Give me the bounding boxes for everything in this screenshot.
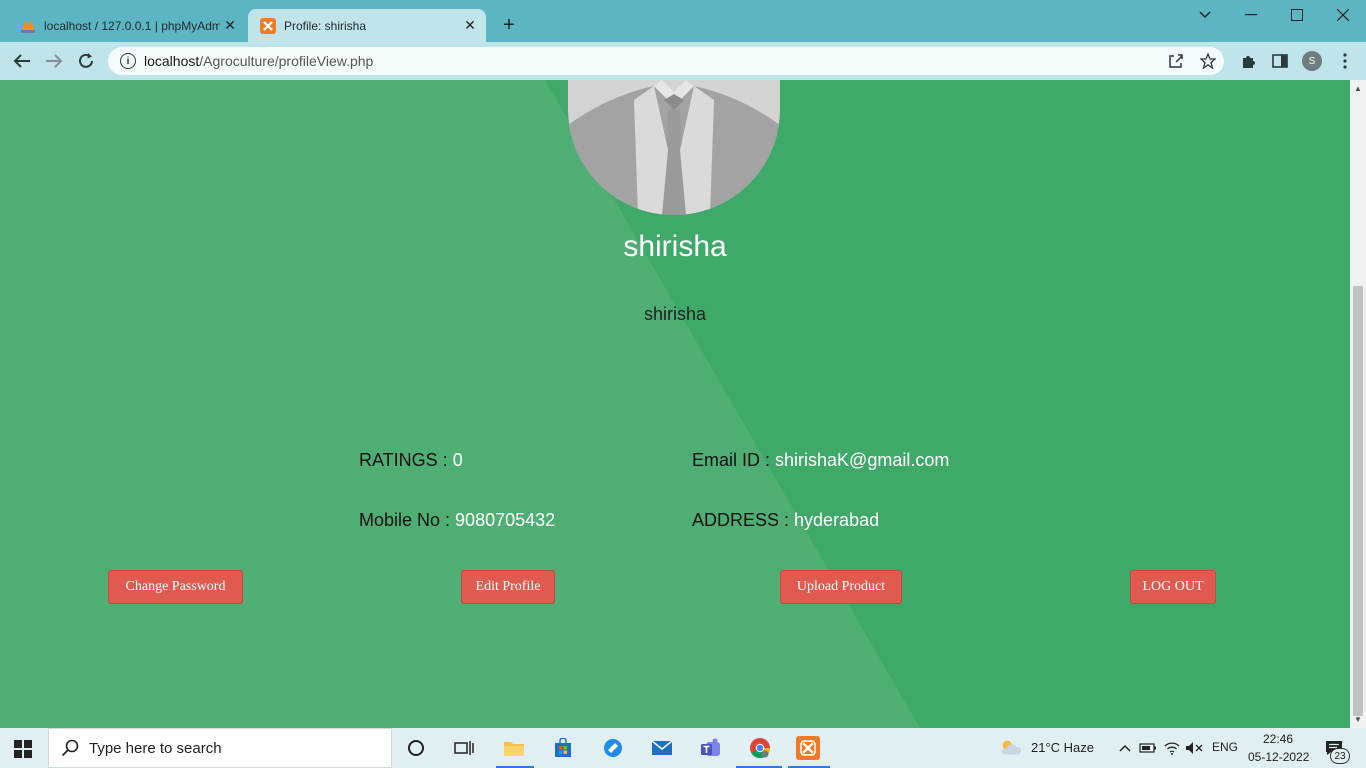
extensions-icon[interactable] — [1237, 50, 1259, 72]
wifi-icon[interactable] — [1160, 736, 1184, 760]
show-hidden-icons-icon[interactable] — [1113, 736, 1137, 760]
ratings-value: 0 — [452, 450, 463, 470]
language-indicator[interactable]: ENG — [1212, 740, 1238, 754]
url-path: /Agroculture/profileView.php — [199, 53, 374, 69]
close-tab-icon[interactable]: ✕ — [460, 16, 480, 36]
new-tab-icon[interactable]: + — [498, 14, 520, 36]
tab-search-icon[interactable] — [1182, 4, 1228, 26]
edge-app-icon[interactable] — [601, 736, 625, 760]
bookmark-star-icon[interactable] — [1197, 50, 1219, 72]
url-text: localhost/Agroculture/profileView.php — [144, 53, 373, 69]
browser-tab-strip: localhost / 127.0.0.1 | phpMyAdmin ✕ Pro… — [0, 0, 1366, 42]
upload-product-button[interactable]: Upload Product — [780, 570, 902, 604]
ratings-label: RATINGS : — [359, 450, 453, 470]
mobile-value: 9080705432 — [455, 510, 556, 530]
clock-time[interactable]: 22:46 — [1263, 732, 1293, 746]
file-explorer-icon[interactable] — [502, 736, 526, 760]
profile-name-heading: shirisha — [623, 230, 727, 263]
email-label: Email ID : — [692, 450, 776, 470]
tab-title: localhost / 127.0.0.1 | phpMyAdmin — [44, 18, 220, 33]
scroll-down-icon[interactable]: ▼ — [1354, 715, 1362, 724]
scroll-up-icon[interactable]: ▲ — [1354, 84, 1362, 93]
url-host: localhost — [144, 53, 200, 69]
address-row: ADDRESS : hyderabad — [692, 510, 879, 531]
phpmyadmin-icon — [20, 18, 36, 34]
weather-text[interactable]: 21°C Haze — [1031, 740, 1094, 755]
forward-icon[interactable] — [43, 50, 65, 72]
chrome-icon[interactable] — [748, 736, 772, 760]
battery-icon[interactable] — [1136, 736, 1160, 760]
address-label: ADDRESS : — [692, 510, 795, 530]
profile-subname: shirisha — [643, 304, 707, 324]
volume-muted-icon[interactable] — [1182, 736, 1206, 760]
close-tab-icon[interactable]: ✕ — [220, 16, 240, 36]
page-scrollbar[interactable]: ▲ ▼ — [1350, 80, 1366, 728]
tab-phpmyadmin[interactable]: localhost / 127.0.0.1 | phpMyAdmin ✕ — [8, 9, 246, 42]
scrollbar-thumb[interactable] — [1353, 286, 1363, 716]
xampp-taskbar-icon[interactable] — [796, 736, 820, 760]
logout-button[interactable]: LOG OUT — [1130, 570, 1216, 604]
profile-avatar[interactable]: S — [1302, 51, 1322, 71]
tab-title: Profile: shirisha — [284, 18, 367, 33]
mail-icon[interactable] — [650, 736, 674, 760]
weather-haze-icon[interactable] — [998, 736, 1022, 760]
mobile-row: Mobile No : 9080705432 — [359, 510, 555, 531]
search-placeholder: Type here to search — [89, 739, 222, 757]
ratings-row: RATINGS : 0 — [359, 450, 463, 471]
minimize-icon[interactable] — [1228, 4, 1274, 26]
close-window-icon[interactable] — [1320, 4, 1366, 26]
mobile-label: Mobile No : — [359, 510, 456, 530]
menu-kebab-icon[interactable] — [1334, 50, 1356, 72]
address-bar[interactable]: i localhost/Agroculture/profileView.php — [108, 47, 1224, 75]
windows-start-icon[interactable] — [14, 740, 32, 758]
back-icon[interactable] — [11, 50, 33, 72]
cortana-icon[interactable] — [404, 736, 428, 760]
task-view-icon[interactable] — [452, 736, 476, 760]
change-password-button[interactable]: Change Password — [108, 570, 243, 604]
teams-icon[interactable] — [699, 736, 723, 760]
profile-page: shirisha shirisha RATINGS : 0 Email ID :… — [0, 80, 1350, 728]
xampp-icon — [260, 17, 276, 34]
email-value: shirishaK@gmail.com — [775, 450, 950, 470]
clock-date[interactable]: 05-12-2022 — [1248, 750, 1309, 764]
store-icon[interactable] — [551, 736, 575, 760]
address-value: hyderabad — [794, 510, 880, 530]
taskbar-search-box[interactable]: Type here to search — [48, 728, 392, 768]
maximize-icon[interactable] — [1274, 4, 1320, 26]
email-row: Email ID : shirishaK@gmail.com — [692, 450, 949, 471]
reload-icon[interactable] — [75, 50, 97, 72]
search-icon — [61, 739, 79, 757]
edit-profile-button[interactable]: Edit Profile — [461, 570, 555, 604]
share-icon[interactable] — [1165, 50, 1187, 72]
notification-count-badge: 23 — [1330, 748, 1350, 764]
side-panel-icon[interactable] — [1269, 50, 1291, 72]
browser-toolbar: i localhost/Agroculture/profileView.php … — [0, 42, 1366, 80]
site-info-icon[interactable]: i — [120, 53, 136, 69]
tab-profile[interactable]: Profile: shirisha ✕ — [248, 9, 486, 42]
